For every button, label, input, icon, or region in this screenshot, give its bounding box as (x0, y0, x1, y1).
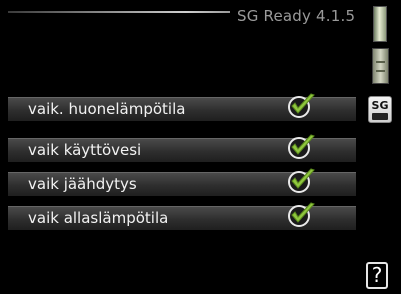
sg-ready-screen: SG Ready 4.1.5 SG vaik. huonelämpötila v… (0, 0, 401, 294)
list-item-cooling[interactable]: vaik jäähdytys (8, 168, 356, 196)
title-divider (8, 11, 230, 13)
checkbox-checked-icon[interactable] (285, 92, 317, 120)
list-item-label: vaik jäähdytys (28, 175, 137, 193)
sg-icon-label: SG (371, 99, 389, 112)
list-item-label: vaik käyttövesi (28, 141, 142, 159)
scrollbar-thumb[interactable] (372, 48, 389, 84)
list-item-pool-temp[interactable]: vaik allaslämpötila (8, 202, 356, 230)
sg-icon-bar (372, 113, 388, 120)
help-button[interactable]: ? (366, 262, 388, 289)
list-item-label: vaik allaslämpötila (28, 209, 169, 227)
page-title: SG Ready 4.1.5 (237, 7, 356, 25)
checkbox-checked-icon[interactable] (285, 133, 317, 161)
list-item-room-temp[interactable]: vaik. huonelämpötila (8, 93, 356, 121)
sg-ready-icon: SG (368, 96, 392, 123)
checkbox-checked-icon[interactable] (285, 201, 317, 229)
list-item-label: vaik. huonelämpötila (28, 100, 186, 118)
scrollbar-track-top (373, 6, 387, 42)
list-item-hot-water[interactable]: vaik käyttövesi (8, 134, 356, 162)
checkbox-checked-icon[interactable] (285, 167, 317, 195)
